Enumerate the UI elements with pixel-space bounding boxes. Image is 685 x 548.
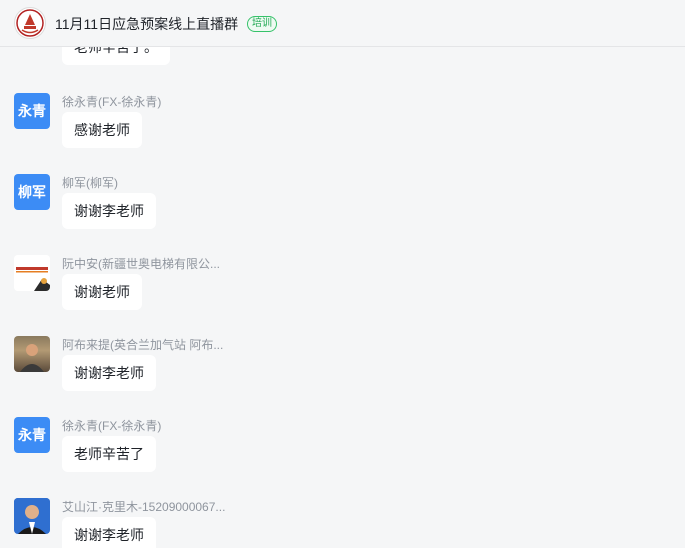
- group-tag-badge: 培训: [247, 16, 277, 32]
- avatar[interactable]: 永青: [14, 417, 50, 453]
- avatar[interactable]: [14, 255, 50, 291]
- sender-name[interactable]: 阮中安(新疆世奥电梯有限公...: [62, 255, 220, 272]
- message-bubble[interactable]: 谢谢李老师: [62, 193, 156, 229]
- user-photo-icon: [14, 498, 50, 534]
- company-logo-icon: [14, 255, 50, 291]
- message-bubble[interactable]: 谢谢老师: [62, 274, 142, 310]
- user-photo-icon: [20, 344, 44, 372]
- group-title: 11月11日应急预案线上直播群: [55, 16, 239, 32]
- avatar[interactable]: [14, 336, 50, 372]
- message-list[interactable]: 老师辛苦了。 永青 徐永青(FX-徐永青) 感谢老师 柳军 柳军(柳军) 谢谢李…: [0, 47, 685, 548]
- avatar[interactable]: [14, 498, 50, 534]
- avatar[interactable]: 永青: [14, 93, 50, 129]
- sender-name[interactable]: 徐永青(FX-徐永青): [62, 93, 161, 110]
- group-avatar[interactable]: [14, 7, 46, 39]
- sender-name[interactable]: 阿布来提(英合兰加气站 阿布...: [62, 336, 223, 353]
- message-bubble[interactable]: 老师辛苦了: [62, 436, 156, 472]
- message-bubble[interactable]: 感谢老师: [62, 112, 142, 148]
- sender-name[interactable]: 徐永青(FX-徐永青): [62, 417, 161, 434]
- sender-name[interactable]: 柳军(柳军): [62, 174, 118, 191]
- message-bubble[interactable]: 老师辛苦了。: [62, 47, 170, 65]
- chat-header: 11月11日应急预案线上直播群 培训: [0, 0, 685, 47]
- message-bubble[interactable]: 谢谢李老师: [62, 355, 156, 391]
- message-bubble[interactable]: 谢谢李老师: [62, 517, 156, 548]
- sender-name[interactable]: 艾山江·克里木-15209000067...: [62, 498, 225, 515]
- avatar[interactable]: 柳军: [14, 174, 50, 210]
- group-emblem-icon: [16, 9, 44, 37]
